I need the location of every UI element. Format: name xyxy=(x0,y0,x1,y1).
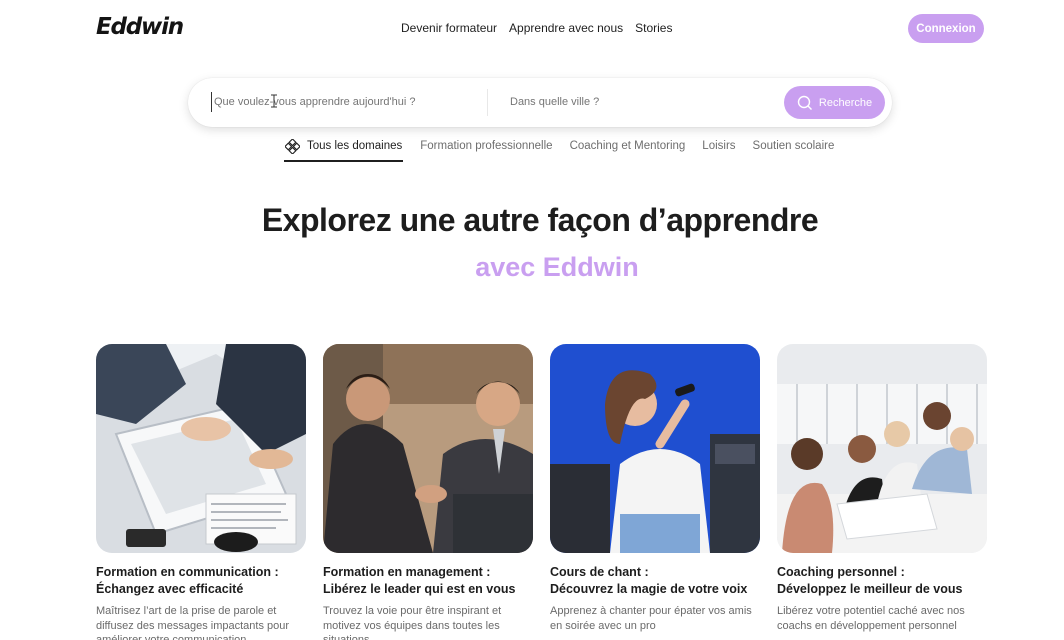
card-image-communication xyxy=(96,344,306,553)
card-description: Trouvez la voie pour être inspirant et m… xyxy=(323,605,502,640)
tab-tous-les-domaines[interactable]: Tous les domaines xyxy=(284,139,404,162)
site-header: Eddwin Devenir formateur Apprendre avec … xyxy=(0,0,1064,58)
tab-formation-professionnelle[interactable]: Formation professionnelle xyxy=(420,140,552,162)
nav-link-devenir-formateur[interactable]: Devenir formateur xyxy=(401,21,497,35)
search-button[interactable]: Recherche xyxy=(784,86,885,119)
card-title-line: Formation en management : xyxy=(323,565,491,579)
search-icon xyxy=(797,95,812,110)
card-title-line: Découvrez la magie de votre voix xyxy=(550,582,748,596)
text-cursor-icon xyxy=(271,94,277,108)
card-image-management xyxy=(323,344,533,553)
card-title: Cours de chant : Découvrez la magie de v… xyxy=(550,564,760,598)
course-card-chant[interactable]: Cours de chant : Découvrez la magie de v… xyxy=(550,344,760,640)
course-card-coaching[interactable]: Coaching personnel : Développez le meill… xyxy=(777,344,987,640)
card-title-line: Cours de chant : xyxy=(550,565,649,579)
card-title: Coaching personnel : Développez le meill… xyxy=(777,564,987,598)
domains-icon xyxy=(285,139,300,154)
card-description: Apprenez à chanter pour épater vos amis … xyxy=(550,605,752,632)
logo[interactable]: Eddwin xyxy=(96,14,184,40)
card-title-line: Échangez avec efficacité xyxy=(96,582,244,596)
course-cards: Formation en communication : Échangez av… xyxy=(96,344,987,640)
tab-soutien-scolaire[interactable]: Soutien scolaire xyxy=(753,140,835,162)
tab-label: Soutien scolaire xyxy=(752,140,835,152)
card-image-chant xyxy=(550,344,760,553)
tab-label: Loisirs xyxy=(702,140,736,152)
course-card-management[interactable]: Formation en management : Libérez le lea… xyxy=(323,344,533,640)
tab-coaching-mentoring[interactable]: Coaching et Mentoring xyxy=(570,140,686,162)
login-button[interactable]: Connexion xyxy=(908,14,984,43)
hero-title: Explorez une autre façon d’apprendre xyxy=(261,202,819,238)
card-description: Maîtrisez l’art de la prise de parole et… xyxy=(96,605,290,640)
tab-label: Tous les domaines xyxy=(307,140,403,152)
hero-subtitle: avec Eddwin xyxy=(475,252,639,282)
card-title: Formation en communication : Échangez av… xyxy=(96,564,306,598)
course-card-communication[interactable]: Formation en communication : Échangez av… xyxy=(96,344,306,640)
card-title-line: Libérez le leader qui est en vous xyxy=(323,582,516,596)
nav-link-stories[interactable]: Stories xyxy=(635,21,672,35)
search-input[interactable] xyxy=(211,92,471,112)
search-divider xyxy=(487,89,488,116)
search-bar: Recherche xyxy=(188,78,892,127)
city-input[interactable] xyxy=(510,92,770,112)
main-nav: Devenir formateur Apprendre avec nous St… xyxy=(401,21,672,35)
tab-loisirs[interactable]: Loisirs xyxy=(702,140,735,162)
tab-label: Formation professionnelle xyxy=(420,140,553,152)
card-description: Libérez votre potentiel caché avec nos c… xyxy=(777,605,965,632)
nav-link-apprendre[interactable]: Apprendre avec nous xyxy=(509,21,623,35)
category-tabs: Tous les domaines Formation professionne… xyxy=(284,139,851,162)
card-title-line: Coaching personnel : xyxy=(777,565,905,579)
card-title: Formation en management : Libérez le lea… xyxy=(323,564,533,598)
search-button-label: Recherche xyxy=(818,96,873,109)
card-title-line: Formation en communication : xyxy=(96,565,279,579)
card-title-line: Développez le meilleur de vous xyxy=(777,582,963,596)
tab-label: Coaching et Mentoring xyxy=(569,140,686,152)
card-image-coaching xyxy=(777,344,987,553)
